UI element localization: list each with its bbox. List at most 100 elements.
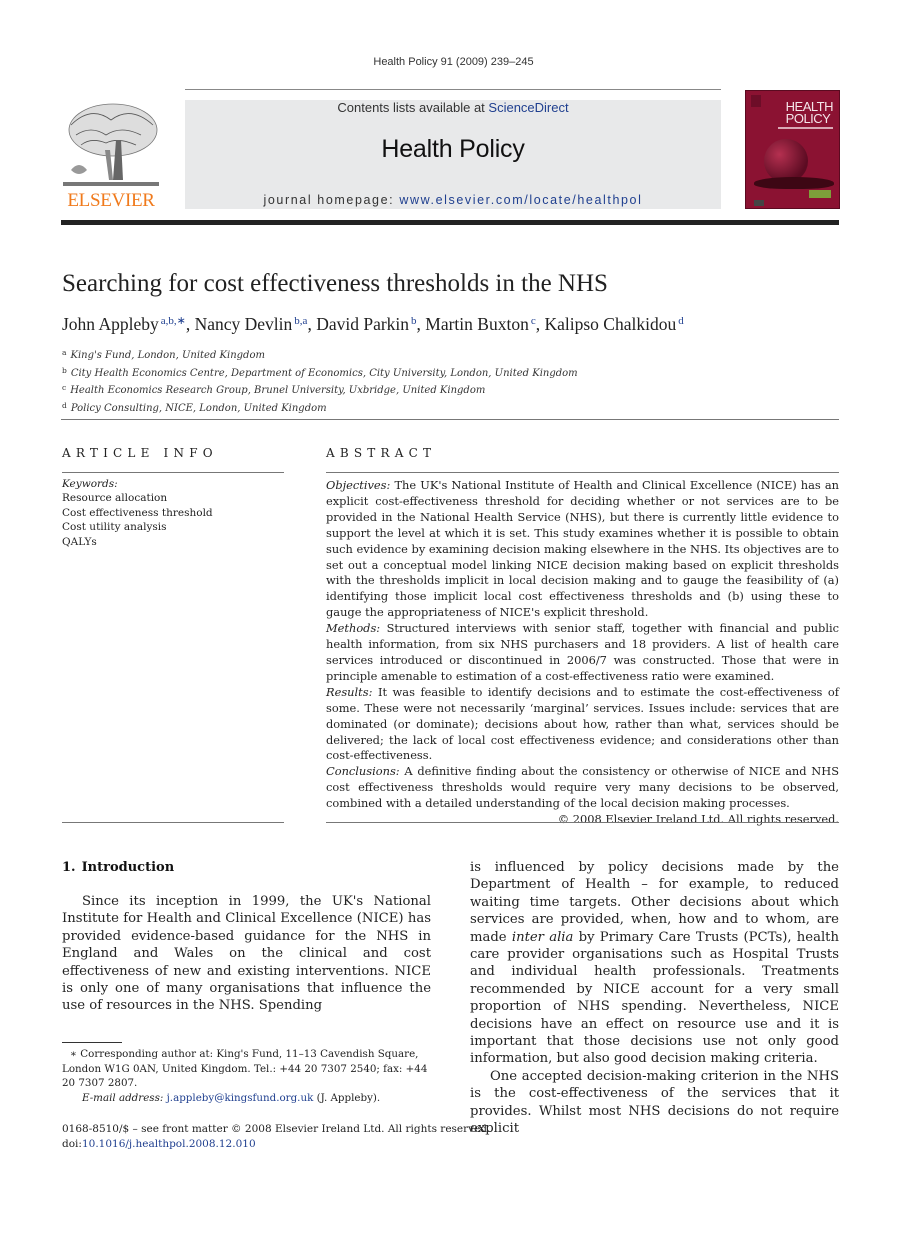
- author[interactable]: Martin Buxton c,: [425, 314, 544, 334]
- doi-link[interactable]: 10.1016/j.healthpol.2008.12.010: [82, 1138, 256, 1150]
- author-name: John Appleby: [62, 314, 159, 334]
- front-matter: 0168-8510/$ – see front matter © 2008 El…: [62, 1122, 490, 1151]
- author-affil[interactable]: b,a: [294, 315, 307, 327]
- email-suffix: (J. Appleby).: [313, 1091, 381, 1104]
- footnote-text: Corresponding author at: King's Fund, 11…: [62, 1048, 428, 1089]
- abstract-body: Objectives: The UK's National Institute …: [326, 478, 839, 828]
- author-name: Martin Buxton: [425, 314, 529, 334]
- author[interactable]: Nancy Devlin b,a,: [195, 314, 317, 334]
- affil-mark: d: [62, 400, 67, 410]
- masthead-rule: [61, 220, 839, 225]
- elsevier-logo[interactable]: ELSEVIER: [61, 100, 161, 212]
- paragraph: One accepted decision-making criterion i…: [470, 1068, 839, 1137]
- cover-title: HEALTH POLICY: [785, 100, 834, 126]
- section-text: It was feasible to identify decisions an…: [326, 684, 839, 763]
- email-label: E-mail address:: [82, 1091, 164, 1104]
- abstract-conclusions: Conclusions: A definitive finding about …: [326, 764, 839, 812]
- affil-mark: c: [62, 383, 67, 392]
- author[interactable]: David Parkin b,: [316, 314, 425, 334]
- author-sep: ,: [416, 314, 426, 334]
- journal-title: Health Policy: [381, 135, 525, 163]
- section-text: A definitive finding about the consisten…: [326, 764, 839, 811]
- author-list: John Appleby a,b,∗, Nancy Devlin b,a, Davi…: [62, 314, 684, 335]
- issn-line: 0168-8510/$ – see front matter © 2008 El…: [62, 1123, 491, 1135]
- cover-logo-icon: [751, 95, 761, 107]
- author-affil[interactable]: a,b,∗: [161, 315, 186, 327]
- corresponding-author-note: ∗ Corresponding author at: King's Fund, …: [62, 1047, 434, 1091]
- paragraph: is influenced by policy decisions made b…: [470, 859, 839, 1068]
- homepage-prefix: journal homepage:: [263, 193, 400, 207]
- header-rule: [185, 89, 721, 90]
- author-name: Kalipso Chalkidou: [544, 314, 677, 334]
- section-text: Structured interviews with senior staff,…: [326, 621, 839, 683]
- author-sep: ,: [307, 314, 317, 334]
- article-info-rule: [62, 472, 284, 473]
- contents-line: Contents lists available at ScienceDirec…: [185, 100, 721, 115]
- abstract-methods: Methods: Structured interviews with seni…: [326, 621, 839, 685]
- email-line: E-mail address: j.appleby@kingsfund.org.…: [62, 1091, 434, 1106]
- homepage-line: journal homepage: www.elsevier.com/locat…: [185, 193, 721, 207]
- author-name: Nancy Devlin: [194, 314, 293, 334]
- author[interactable]: Kalipso Chalkidou d: [544, 314, 683, 334]
- keyword: QALYs: [62, 535, 97, 548]
- author-name: David Parkin: [316, 314, 410, 334]
- section-label: Methods:: [326, 621, 381, 636]
- contents-prefix: Contents lists available at: [337, 100, 489, 115]
- affiliation: b City Health Economics Centre, Departmen…: [62, 364, 578, 382]
- abstract-heading: ABSTRACT: [326, 446, 437, 460]
- article-info-heading: ARTICLE INFO: [62, 446, 218, 460]
- affiliation: d Policy Consulting, NICE, London, United…: [62, 399, 578, 417]
- cover-title-line2: POLICY: [785, 111, 831, 126]
- section-number: 1.: [62, 860, 76, 875]
- homepage-link[interactable]: www.elsevier.com/locate/healthpol: [399, 193, 642, 207]
- author[interactable]: John Appleby a,b,∗,: [62, 314, 195, 334]
- author-affil[interactable]: d: [678, 315, 684, 327]
- cover-barcode-icon: [754, 200, 764, 206]
- elsevier-tree-icon: [63, 103, 159, 186]
- email-link[interactable]: j.appleby@kingsfund.org.uk: [167, 1092, 314, 1104]
- keyword: Resource allocation: [62, 492, 168, 505]
- doi-line: doi:10.1016/j.healthpol.2008.12.010: [62, 1137, 490, 1152]
- abstract-results: Results: It was feasible to identify dec…: [326, 685, 839, 765]
- article-title: Searching for cost effectiveness thresho…: [62, 270, 608, 297]
- section-label: Conclusions:: [326, 764, 400, 779]
- keywords-block: Keywords: Resource allocation Cost effec…: [62, 477, 213, 549]
- affil-text: King's Fund, London, United Kingdom: [70, 350, 265, 361]
- paragraph: Since its inception in 1999, the UK's Na…: [62, 894, 431, 1014]
- affil-text: Health Economics Research Group, Brunel …: [70, 385, 486, 396]
- keywords-label: Keywords:: [62, 478, 118, 490]
- journal-banner: Contents lists available at ScienceDirec…: [185, 100, 721, 209]
- paragraph-text: by Primary Care Trusts (PCTs), health ca…: [470, 929, 839, 1067]
- journal-cover[interactable]: HEALTH POLICY: [745, 90, 840, 209]
- elsevier-wordmark: ELSEVIER: [67, 190, 155, 211]
- affil-text: City Health Economics Centre, Department…: [70, 367, 578, 379]
- cover-badge-icon: [809, 190, 831, 198]
- abstract-bottom-rule: [326, 822, 839, 823]
- affiliation: c Health Economics Research Group, Brunel…: [62, 381, 578, 399]
- article-info-bottom-rule: [62, 822, 284, 823]
- author-sep: ,: [185, 314, 195, 334]
- doi-label: doi:: [62, 1137, 82, 1150]
- affiliation-rule: [61, 419, 839, 420]
- affiliations: a King's Fund, London, United Kingdom b Ci…: [62, 346, 578, 416]
- footnote-mark: ∗: [70, 1048, 77, 1060]
- keyword: Cost effectiveness threshold: [62, 506, 213, 519]
- abstract-rule: [326, 472, 839, 473]
- affil-text: Policy Consulting, NICE, London, United …: [70, 402, 327, 414]
- cover-subtitle-bar: [778, 127, 833, 129]
- emphasis: inter alia: [511, 929, 574, 945]
- running-head: Health Policy 91 (2009) 239–245: [373, 56, 534, 68]
- affil-mark: a: [62, 348, 67, 357]
- body-column-right: is influenced by policy decisions made b…: [470, 859, 839, 1138]
- section-text: The UK's National Institute of Health an…: [326, 478, 839, 620]
- keyword: Cost utility analysis: [62, 521, 167, 534]
- sciencedirect-link[interactable]: ScienceDirect: [488, 100, 568, 115]
- body-column-left: Since its inception in 1999, the UK's Na…: [62, 893, 431, 1015]
- section-heading-introduction: 1. Introduction: [62, 860, 174, 875]
- affiliation: a King's Fund, London, United Kingdom: [62, 346, 578, 364]
- section-label: Objectives:: [326, 478, 391, 492]
- abstract-copyright: © 2008 Elsevier Ireland Ltd. All rights …: [557, 812, 839, 827]
- abstract-objectives: Objectives: The UK's National Institute …: [326, 478, 839, 621]
- section-label: Results:: [326, 684, 373, 699]
- footnote: ∗ Corresponding author at: King's Fund, …: [62, 1047, 434, 1105]
